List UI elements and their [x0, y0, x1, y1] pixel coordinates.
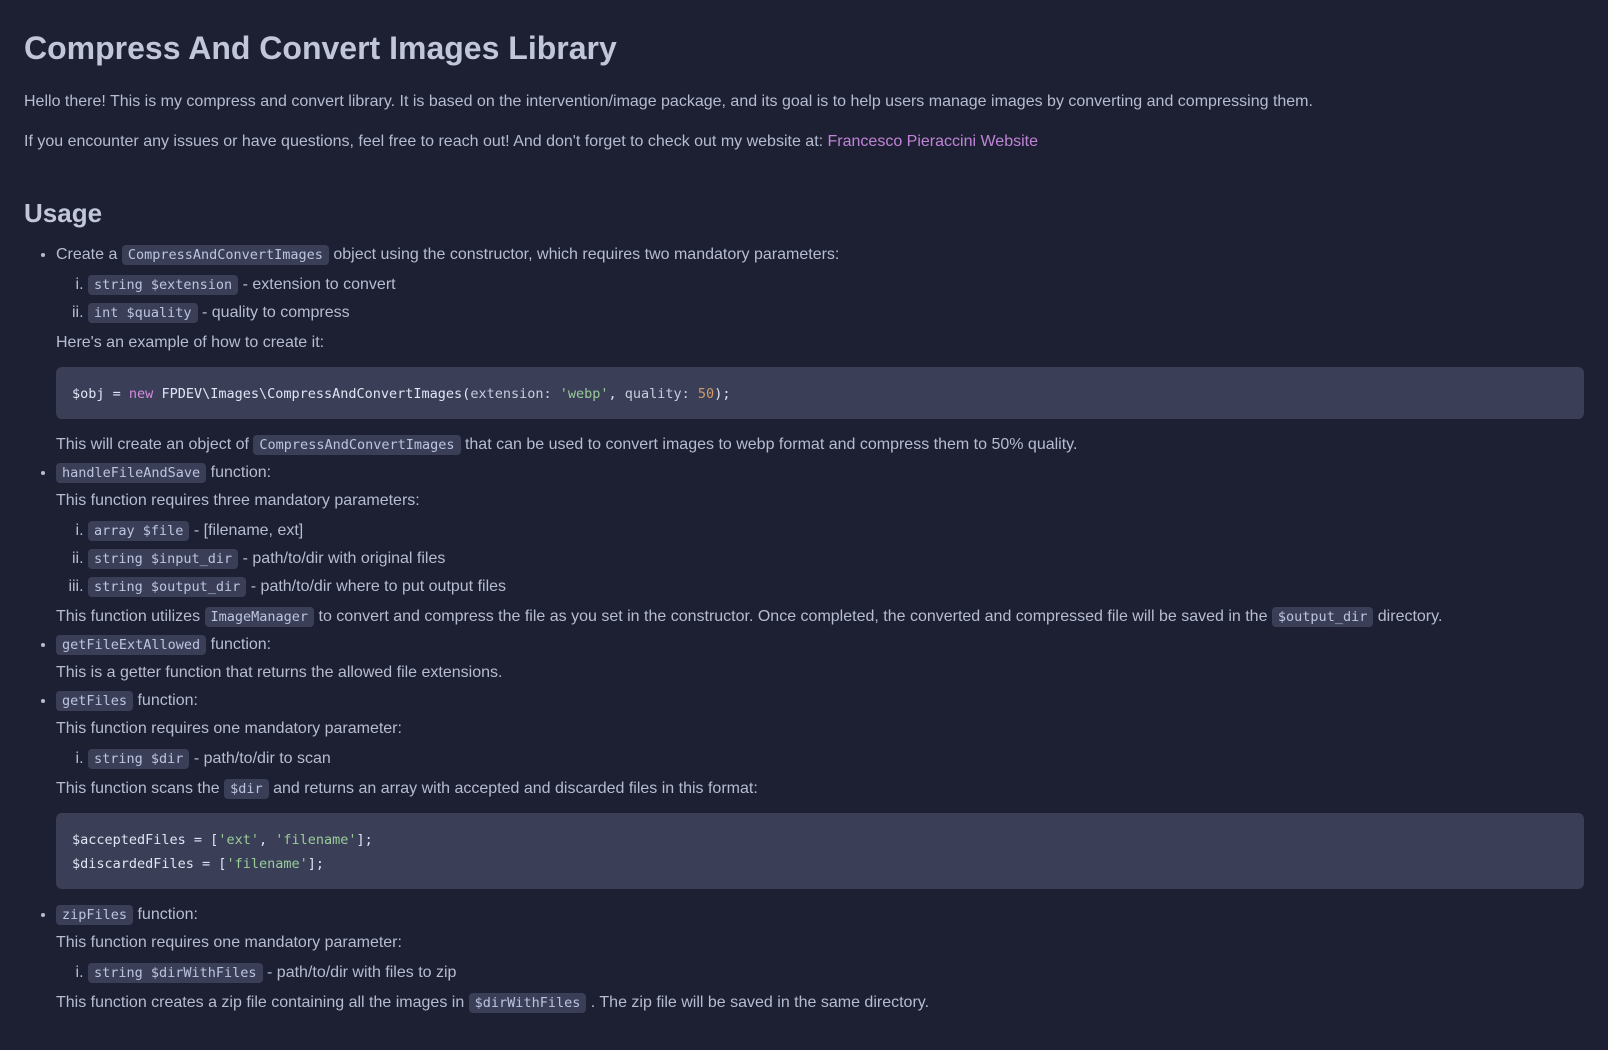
usage-list: Create a CompressAndConvertImages object…	[24, 243, 1584, 1015]
intro-paragraph-2: If you encounter any issues or have ques…	[24, 130, 1584, 154]
author-website-link[interactable]: Francesco Pieraccini Website	[828, 133, 1038, 150]
constructor-params: string $extension - extension to convert…	[56, 273, 1584, 325]
list-item: string $dirWithFiles - path/to/dir with …	[88, 961, 1584, 985]
constructor-example-intro: Here's an example of how to create it:	[56, 331, 1584, 355]
constructor-code: CompressAndConvertImages	[122, 245, 329, 265]
getfiles-code-block: $acceptedFiles = ['ext', 'filename']; $d…	[56, 813, 1584, 889]
usage-heading: Usage	[24, 194, 1584, 233]
usage-item-handlefileandsave: handleFileAndSave function: This functio…	[56, 461, 1584, 629]
fn-name-code: handleFileAndSave	[56, 463, 206, 483]
constructor-code-block: $obj = new FPDEV\Images\CompressAndConve…	[56, 367, 1584, 419]
page-title: Compress And Convert Images Library	[24, 24, 1584, 72]
list-item: string $extension - extension to convert	[88, 273, 1584, 297]
usage-item-zipfiles: zipFiles function: This function require…	[56, 903, 1584, 1015]
intro-paragraph-1: Hello there! This is my compress and con…	[24, 90, 1584, 114]
usage-item-getfiles: getFiles function: This function require…	[56, 689, 1584, 889]
list-item: int $quality - quality to compress	[88, 301, 1584, 325]
list-item: string $dir - path/to/dir to scan	[88, 747, 1584, 771]
constructor-after: This will create an object of CompressAn…	[56, 433, 1584, 457]
usage-item-constructor: Create a CompressAndConvertImages object…	[56, 243, 1584, 457]
list-item: string $output_dir - path/to/dir where t…	[88, 575, 1584, 599]
getfiles-params: string $dir - path/to/dir to scan	[56, 747, 1584, 771]
intro-2-text: If you encounter any issues or have ques…	[24, 133, 828, 150]
constructor-intro: Create a CompressAndConvertImages object…	[56, 243, 1584, 267]
usage-item-getfileextallowed: getFileExtAllowed function: This is a ge…	[56, 633, 1584, 685]
fn-name-code: getFiles	[56, 691, 133, 711]
list-item: array $file - [filename, ext]	[88, 519, 1584, 543]
handlefileandsave-params: array $file - [filename, ext] string $in…	[56, 519, 1584, 599]
fn-name-code: getFileExtAllowed	[56, 635, 206, 655]
zipfiles-params: string $dirWithFiles - path/to/dir with …	[56, 961, 1584, 985]
list-item: string $input_dir - path/to/dir with ori…	[88, 547, 1584, 571]
fn-name-code: zipFiles	[56, 905, 133, 925]
